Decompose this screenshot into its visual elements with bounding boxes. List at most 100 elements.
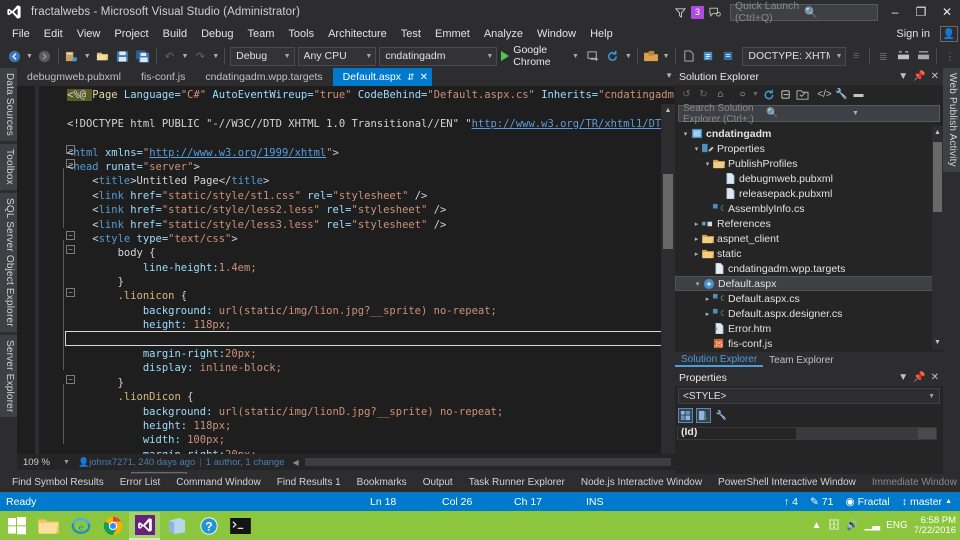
zoom-level[interactable]: 109 % bbox=[17, 457, 63, 468]
sidebar-item-sql-server-object-explorer[interactable]: SQL Server Object Explorer bbox=[0, 193, 17, 332]
start-button[interactable] bbox=[1, 512, 32, 540]
menu-architecture[interactable]: Architecture bbox=[321, 25, 394, 43]
quick-launch-input[interactable]: Quick Launch (Ctrl+Q) 🔍 bbox=[730, 4, 878, 21]
chevron-down-icon[interactable]: ▾ bbox=[692, 145, 701, 153]
format-selection-icon[interactable] bbox=[893, 45, 913, 67]
panel-menu-icon[interactable]: ▼ bbox=[898, 71, 908, 82]
tool-tab-error-list[interactable]: Error List bbox=[112, 477, 169, 488]
tool-tab-command-window[interactable]: Command Window bbox=[168, 477, 268, 488]
solution-platform-combo[interactable]: Any CPU ▼ bbox=[298, 47, 377, 66]
chevron-right-icon[interactable]: ▸ bbox=[703, 310, 712, 318]
status-pending-changes[interactable]: ✎ 71 bbox=[806, 496, 838, 508]
save-all-icon[interactable] bbox=[133, 45, 153, 67]
feedback-icon[interactable] bbox=[704, 1, 726, 23]
menu-window[interactable]: Window bbox=[530, 25, 583, 43]
sidebar-item-web-publish-activity[interactable]: Web Publish Activity bbox=[943, 68, 960, 172]
visual-studio-icon[interactable] bbox=[129, 512, 160, 540]
scroll-down-icon[interactable]: ▼ bbox=[932, 336, 943, 350]
tree-item-publishprofiles[interactable]: ▾PublishProfiles bbox=[675, 156, 943, 171]
tree-item-static[interactable]: ▸static bbox=[675, 246, 943, 261]
feedback-funnel-icon[interactable] bbox=[669, 1, 691, 23]
network-icon[interactable]: ▁▃ bbox=[865, 520, 880, 531]
doctype-combo[interactable]: DOCTYPE: XHTML 1.0 ▼ bbox=[742, 47, 846, 66]
chevron-down-icon[interactable]: ▾ bbox=[703, 160, 712, 168]
new-project-dropdown-icon[interactable]: ▼ bbox=[82, 53, 93, 60]
status-outgoing-commits[interactable]: ↑ 4 bbox=[780, 496, 802, 508]
tree-item-releasepack-pubxml[interactable]: releasepack.pubxml bbox=[675, 186, 943, 201]
volume-icon[interactable]: 🔊 bbox=[846, 520, 858, 531]
new-project-icon[interactable] bbox=[62, 45, 82, 67]
tool-tab-immediate-window[interactable]: Immediate Window bbox=[864, 477, 960, 488]
chevron-down-icon[interactable]: ▼ bbox=[751, 86, 760, 103]
chevron-right-icon[interactable]: ▸ bbox=[703, 295, 712, 303]
tray-app-icon[interactable]: 🗄 bbox=[828, 520, 841, 531]
redo-dropdown-icon[interactable]: ▼ bbox=[210, 53, 221, 60]
chevron-right-icon[interactable]: ▸ bbox=[692, 235, 701, 243]
browser-select-icon[interactable] bbox=[583, 45, 603, 67]
menu-team[interactable]: Team bbox=[241, 25, 282, 43]
close-button[interactable]: ✕ bbox=[934, 0, 960, 24]
browser-link-refresh-icon[interactable] bbox=[603, 45, 623, 67]
command-prompt-icon[interactable] bbox=[225, 512, 256, 540]
tab-solution-explorer[interactable]: Solution Explorer bbox=[675, 354, 763, 367]
tree-item-default-aspx-cs[interactable]: ▸C#Default.aspx.cs bbox=[675, 291, 943, 306]
sticky-notes-icon[interactable] bbox=[161, 512, 192, 540]
refresh-icon[interactable] bbox=[760, 86, 777, 103]
tab-cndatingadm-wpp-targets[interactable]: cndatingadm.wpp.targets bbox=[195, 68, 332, 86]
code-surface[interactable]: − − − − − − <%@ Page Language="C#" AutoE… bbox=[17, 86, 675, 454]
status-branch[interactable]: ↕ master ▲ bbox=[898, 496, 956, 508]
editor-vertical-scrollbar[interactable]: ▲ ▼ bbox=[661, 104, 675, 454]
toolbar-overflow-icon[interactable]: ⋮ bbox=[940, 45, 960, 67]
search-solution-explorer-input[interactable]: Search Solution Explorer (Ctrl+;) 🔍 ▼ bbox=[678, 105, 940, 122]
tree-item-assemblyinfo-cs[interactable]: C#AssemblyInfo.cs bbox=[675, 201, 943, 216]
editor-horizontal-scrollbar[interactable] bbox=[305, 458, 671, 466]
comment-block-icon[interactable] bbox=[698, 45, 718, 67]
minimize-button[interactable]: – bbox=[882, 0, 908, 24]
close-icon[interactable]: ✕ bbox=[931, 71, 939, 82]
tray-expand-icon[interactable]: ▲ bbox=[812, 520, 822, 531]
google-chrome-icon[interactable] bbox=[97, 512, 128, 540]
tool-tab-powershell-interactive-window[interactable]: PowerShell Interactive Window bbox=[710, 477, 864, 488]
menu-test[interactable]: Test bbox=[394, 25, 428, 43]
tree-item-debugmweb-pubxml[interactable]: debugmweb.pubxml bbox=[675, 171, 943, 186]
show-all-files-icon[interactable] bbox=[794, 86, 811, 103]
publish-dropdown-icon[interactable]: ▼ bbox=[661, 53, 672, 60]
property-pages-icon[interactable]: 🔧 bbox=[714, 408, 729, 423]
tree-item-references[interactable]: ▸References bbox=[675, 216, 943, 231]
editor-scroll-thumb[interactable] bbox=[663, 174, 673, 249]
properties-wrench-icon[interactable]: 🔧 bbox=[833, 86, 850, 103]
scroll-up-icon[interactable]: ▲ bbox=[661, 104, 675, 118]
undo-icon[interactable]: ↶ bbox=[159, 45, 179, 67]
view-code-icon[interactable]: </> bbox=[816, 86, 833, 103]
internet-explorer-icon[interactable]: e bbox=[65, 512, 96, 540]
properties-object-combo[interactable]: <STYLE> ▼ bbox=[678, 388, 940, 404]
navigate-forward-icon[interactable] bbox=[35, 45, 55, 67]
open-file-icon[interactable] bbox=[93, 45, 113, 67]
restore-button[interactable]: ❐ bbox=[908, 0, 934, 24]
pin-icon[interactable]: ⇵ bbox=[407, 72, 415, 83]
tree-item-cndatingadm[interactable]: ▾cndatingadm bbox=[675, 126, 943, 141]
redo-icon[interactable]: ↷ bbox=[190, 45, 210, 67]
tree-item-error-htm[interactable]: Error.htm bbox=[675, 321, 943, 336]
collapse-all-icon[interactable] bbox=[777, 86, 794, 103]
help-icon[interactable]: ? bbox=[193, 512, 224, 540]
browser-link-dropdown-icon[interactable]: ▼ bbox=[623, 53, 634, 60]
tool-tab-node-js-interactive-window[interactable]: Node.js Interactive Window bbox=[573, 477, 710, 488]
sidebar-item-toolbox[interactable]: Toolbox bbox=[0, 144, 17, 190]
tab-fis-conf-js[interactable]: fis-conf.js bbox=[131, 68, 195, 86]
tree-item-aspnet-client[interactable]: ▸aspnet_client bbox=[675, 231, 943, 246]
menu-analyze[interactable]: Analyze bbox=[477, 25, 530, 43]
chevron-down-icon[interactable]: ▾ bbox=[693, 280, 702, 288]
publish-web-icon[interactable] bbox=[641, 45, 661, 67]
undo-dropdown-icon[interactable]: ▼ bbox=[179, 53, 190, 60]
tree-item-properties[interactable]: ▾Properties bbox=[675, 141, 943, 156]
tree-item-fis-conf-js[interactable]: JSfis-conf.js bbox=[675, 336, 943, 350]
property-value-cell[interactable] bbox=[797, 427, 917, 440]
tab-debugmweb-pubxml[interactable]: debugmweb.pubxml bbox=[17, 68, 131, 86]
chevron-down-icon[interactable]: ▾ bbox=[681, 130, 690, 138]
tool-tab-output[interactable]: Output bbox=[415, 477, 461, 488]
menu-view[interactable]: View bbox=[70, 25, 108, 43]
outdent-icon[interactable]: ≡ bbox=[846, 45, 866, 67]
language-indicator[interactable]: ENG bbox=[886, 520, 908, 531]
solution-scroll-thumb[interactable] bbox=[933, 142, 942, 212]
